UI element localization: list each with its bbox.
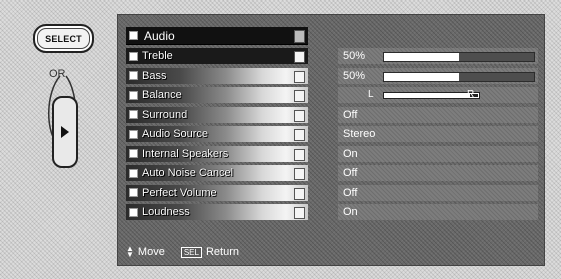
menu-item-audio-source[interactable]: Audio Source: [126, 126, 308, 142]
value-text: Off: [343, 167, 358, 179]
item-square-icon: [129, 129, 138, 139]
item-handle-icon: [294, 148, 305, 161]
menu-item-treble[interactable]: Treble: [126, 48, 308, 64]
menu-item-balance[interactable]: Balance: [126, 87, 308, 103]
menu-item-label: Bass: [142, 69, 167, 82]
item-handle-icon: [294, 129, 305, 141]
level-bar[interactable]: [383, 71, 535, 82]
menu-item-value[interactable]: Off: [338, 184, 538, 201]
menu-item-label: Audio Source: [142, 128, 209, 140]
item-square-icon: [129, 149, 138, 158]
menu-item-bass[interactable]: Bass: [126, 67, 308, 84]
scroll-indicator-icon: [294, 30, 305, 43]
menu-item-value[interactable]: On: [338, 145, 538, 162]
footer-move-label: Move: [137, 246, 165, 258]
menu-item-loudness[interactable]: Loudness: [126, 204, 308, 220]
value-text: Off: [343, 108, 358, 121]
up-down-arrows-icon: ▲ ▼: [126, 244, 134, 259]
menu-title: Audio: [144, 28, 175, 43]
menu-title-bar: Audio: [126, 27, 308, 45]
value-text: On: [343, 147, 358, 160]
menu-item-surround[interactable]: Surround: [126, 106, 308, 123]
footer-return-label: Return: [205, 246, 239, 258]
menu-row[interactable]: Audio Source Stereo: [126, 125, 538, 145]
balance-left-label: L: [368, 89, 374, 100]
menu-item-label: Surround: [142, 108, 188, 121]
menu-item-auto-noise-cancel[interactable]: Auto Noise Cancel: [126, 165, 308, 181]
balance-right-label: R: [467, 89, 475, 100]
balance-slider[interactable]: [383, 92, 480, 99]
menu-row[interactable]: Treble 50%: [126, 47, 538, 67]
select-button[interactable]: SELECT: [33, 24, 94, 53]
menu-footer: ▲ ▼ Move SEL Return: [126, 244, 239, 260]
level-bar-fill: [384, 72, 459, 81]
level-bar-fill: [384, 53, 459, 61]
menu-item-value[interactable]: 50%: [338, 67, 538, 84]
menu-item-value[interactable]: On: [338, 204, 538, 220]
menu-row[interactable]: Surround Off: [126, 106, 538, 126]
value-text: Off: [343, 186, 358, 199]
screen: SELECT OR Audio Treble 50% Bass 50% Balance L…: [0, 0, 561, 279]
menu-item-value[interactable]: Stereo: [338, 126, 538, 142]
item-handle-icon: [294, 187, 305, 200]
menu-item-value[interactable]: Off: [338, 165, 538, 181]
item-handle-icon: [294, 207, 305, 219]
menu-item-label: Balance: [142, 89, 182, 101]
item-square-icon: [129, 188, 138, 197]
menu-item-value[interactable]: Off: [338, 106, 538, 123]
item-square-icon: [129, 71, 138, 80]
value-percent: 50%: [343, 69, 366, 82]
play-arrow-icon: [61, 126, 69, 138]
menu-item-label: Loudness: [142, 206, 190, 218]
menu-item-label: Perfect Volume: [142, 186, 217, 199]
menu-row[interactable]: Loudness On: [126, 203, 538, 223]
item-square-icon: [129, 51, 138, 61]
level-bar[interactable]: [383, 52, 535, 62]
menu-square-icon: [129, 31, 138, 40]
item-handle-icon: [294, 109, 305, 122]
menu-item-label: Auto Noise Cancel: [142, 167, 234, 179]
sel-key-icon: SEL: [180, 246, 202, 258]
menu-item-label: Internal Speakers: [142, 147, 229, 160]
item-square-icon: [129, 168, 138, 178]
right-arrow-button[interactable]: [52, 96, 78, 168]
item-handle-icon: [294, 70, 305, 83]
item-handle-icon: [294, 168, 305, 180]
menu-row[interactable]: Internal Speakers On: [126, 145, 538, 165]
item-handle-icon: [294, 51, 305, 63]
value-percent: 50%: [343, 50, 366, 62]
menu-row[interactable]: Auto Noise Cancel Off: [126, 164, 538, 184]
item-handle-icon: [294, 90, 305, 102]
menu-rows: Treble 50% Bass 50% Balance L R Surround Off Audi…: [126, 47, 538, 223]
item-square-icon: [129, 110, 138, 119]
value-text: On: [343, 206, 358, 218]
menu-item-value[interactable]: 50%: [338, 48, 538, 64]
value-text: Stereo: [343, 128, 376, 140]
select-button-label: SELECT: [45, 33, 82, 44]
menu-row[interactable]: Balance L R: [126, 86, 538, 106]
item-square-icon: [129, 207, 138, 217]
menu-item-perfect-volume[interactable]: Perfect Volume: [126, 184, 308, 201]
menu-item-internal-speakers[interactable]: Internal Speakers: [126, 145, 308, 162]
item-square-icon: [129, 90, 138, 100]
audio-menu-panel: Audio Treble 50% Bass 50% Balance L R Surround O…: [117, 14, 545, 266]
menu-item-value[interactable]: LR: [338, 87, 538, 103]
menu-row[interactable]: Perfect Volume Off: [126, 184, 538, 204]
menu-row[interactable]: Bass 50%: [126, 67, 538, 87]
menu-item-label: Treble: [142, 50, 173, 62]
